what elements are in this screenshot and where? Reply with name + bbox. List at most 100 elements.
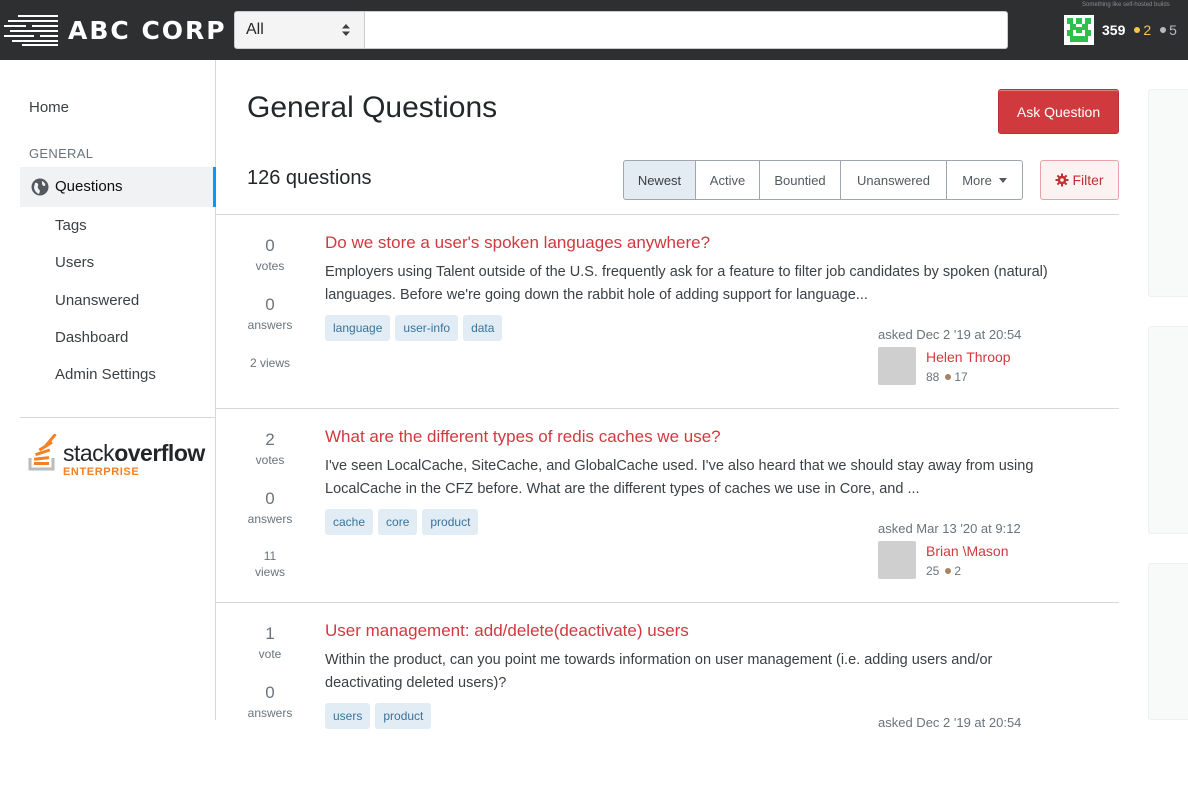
asked-timestamp: asked Dec 2 '19 at 20:54 bbox=[878, 715, 1022, 730]
nav-unanswered[interactable]: Unanswered bbox=[55, 292, 139, 309]
tag-product[interactable]: product bbox=[375, 703, 432, 729]
tag-user-info[interactable]: user-info bbox=[395, 315, 459, 341]
question-title-link[interactable]: Do we store a user's spoken languages an… bbox=[325, 233, 710, 253]
search-scope-select[interactable]: All bbox=[234, 11, 365, 49]
question-excerpt: Within the product, can you point me tow… bbox=[325, 652, 993, 691]
brand-name: ABC CORP bbox=[68, 15, 227, 45]
top-bar: ABC CORP All Something like self-hosted … bbox=[0, 0, 1188, 60]
sort-tabs: Newest Active Bountied Unanswered More bbox=[623, 160, 1023, 200]
question-count: 126 questions bbox=[247, 167, 372, 189]
votes-number: 2 bbox=[265, 430, 275, 449]
tag-product[interactable]: product bbox=[422, 509, 479, 535]
tab-more[interactable]: More bbox=[947, 160, 1023, 200]
right-rail-panel bbox=[1148, 326, 1188, 534]
vote-count: 0 votes bbox=[216, 236, 324, 273]
question-row: 2 votes 0 answers 11 views What are the … bbox=[216, 408, 1119, 602]
asked-timestamp: asked Mar 13 '20 at 9:12 bbox=[878, 521, 1021, 536]
nav-users[interactable]: Users bbox=[55, 254, 94, 271]
user-name-link[interactable]: Brian \Mason bbox=[926, 543, 1008, 559]
answers-label: answers bbox=[247, 512, 293, 526]
user-reputation-line: 88 17 bbox=[926, 370, 968, 384]
asked-timestamp: asked Dec 2 '19 at 20:54 bbox=[878, 327, 1022, 342]
left-sidebar: Home GENERAL Questions Tags Users Unansw… bbox=[0, 60, 216, 720]
vote-count: 2 votes bbox=[216, 430, 324, 467]
votes-label: vote bbox=[258, 647, 282, 661]
search-scope-value: All bbox=[246, 21, 264, 38]
globe-icon bbox=[31, 178, 49, 196]
bronze-badge-icon bbox=[945, 374, 952, 381]
user-reputation-line: 25 2 bbox=[926, 564, 961, 578]
tab-more-label: More bbox=[962, 172, 992, 188]
votes-number: 1 bbox=[265, 624, 275, 643]
tab-active[interactable]: Active bbox=[696, 160, 760, 200]
view-count: 2 views bbox=[249, 356, 290, 370]
user-identicon-icon[interactable] bbox=[1064, 15, 1094, 45]
answers-label: answers bbox=[247, 706, 293, 720]
question-title-link[interactable]: What are the different types of redis ca… bbox=[325, 427, 721, 447]
nav-tags[interactable]: Tags bbox=[55, 217, 87, 234]
nav-section-general: GENERAL bbox=[29, 146, 94, 161]
filter-label: Filter bbox=[1072, 172, 1104, 188]
brand-mark-icon bbox=[4, 15, 58, 46]
user-avatar[interactable] bbox=[878, 347, 916, 385]
tag-users[interactable]: users bbox=[325, 703, 371, 729]
search-input[interactable] bbox=[365, 11, 1008, 49]
bronze-count: 2 bbox=[954, 564, 962, 578]
user-avatar[interactable] bbox=[878, 541, 916, 579]
question-excerpt: Employers using Talent outside of the U.… bbox=[325, 264, 1048, 303]
right-rail-panel bbox=[1148, 563, 1188, 720]
votes-number: 0 bbox=[265, 236, 275, 255]
answers-number: 0 bbox=[265, 683, 275, 702]
ask-question-button[interactable]: Ask Question bbox=[998, 89, 1119, 134]
silver-badge-icon bbox=[1160, 27, 1167, 33]
question-title-link[interactable]: User management: add/delete(deactivate) … bbox=[325, 621, 689, 641]
answer-count: 0 answers bbox=[216, 683, 324, 720]
gold-badge-icon bbox=[1134, 27, 1141, 33]
tab-unanswered[interactable]: Unanswered bbox=[841, 160, 947, 200]
bronze-count: 17 bbox=[954, 370, 968, 384]
answer-count: 0 answers bbox=[216, 295, 324, 332]
views-number: 11 bbox=[263, 549, 277, 563]
stack-overflow-enterprise-logo: stackoverflow ENTERPRISE bbox=[28, 432, 208, 480]
logo-word-bold: overflow bbox=[114, 440, 205, 466]
logo-wordmark: stackoverflow bbox=[63, 440, 205, 467]
nav-home[interactable]: Home bbox=[29, 99, 69, 116]
bronze-badge-icon bbox=[945, 568, 952, 575]
user-rep: 88 bbox=[926, 370, 940, 384]
brand-logo[interactable]: ABC CORP bbox=[4, 12, 227, 48]
user-name-link[interactable]: Helen Throop bbox=[926, 349, 1011, 365]
gear-icon bbox=[1055, 173, 1069, 187]
nav-dashboard[interactable]: Dashboard bbox=[55, 329, 128, 346]
tag-data[interactable]: data bbox=[463, 315, 503, 341]
answer-count: 0 answers bbox=[216, 489, 324, 526]
silver-badge-count: 5 bbox=[1169, 22, 1177, 38]
right-rail-panel bbox=[1148, 89, 1188, 297]
question-row: 0 votes 0 answers 2 views Do we store a … bbox=[216, 214, 1119, 408]
gold-badge-count: 2 bbox=[1143, 22, 1152, 38]
stack-overflow-logo-icon bbox=[28, 434, 57, 471]
vote-count: 1 vote bbox=[216, 624, 324, 661]
filter-button[interactable]: Filter bbox=[1040, 160, 1119, 200]
question-excerpt: I've seen LocalCache, SiteCache, and Glo… bbox=[325, 458, 1034, 497]
tag-cache[interactable]: cache bbox=[325, 509, 374, 535]
views-label: views bbox=[254, 565, 285, 579]
tag-list: cache core product bbox=[325, 509, 479, 535]
view-count: 11 views bbox=[216, 549, 324, 579]
user-reputation: 359 bbox=[1102, 22, 1126, 38]
tab-bountied[interactable]: Bountied bbox=[760, 160, 841, 200]
answers-number: 0 bbox=[265, 489, 275, 508]
question-list: 0 votes 0 answers 2 views Do we store a … bbox=[216, 214, 1119, 796]
tag-list: users product bbox=[325, 703, 432, 729]
sidebar-divider bbox=[20, 417, 216, 418]
user-rep: 25 bbox=[926, 564, 940, 578]
user-card[interactable]: 359 2 5 bbox=[1064, 14, 1177, 46]
tag-language[interactable]: language bbox=[325, 315, 391, 341]
nav-admin-settings[interactable]: Admin Settings bbox=[55, 366, 156, 383]
tag-list: language user-info data bbox=[325, 315, 503, 341]
nav-questions[interactable]: Questions bbox=[20, 167, 216, 207]
tab-newest[interactable]: Newest bbox=[623, 160, 696, 200]
tag-core[interactable]: core bbox=[378, 509, 418, 535]
answers-number: 0 bbox=[265, 295, 275, 314]
page-title: General Questions bbox=[247, 91, 498, 124]
logo-word-light: stack bbox=[63, 440, 115, 466]
